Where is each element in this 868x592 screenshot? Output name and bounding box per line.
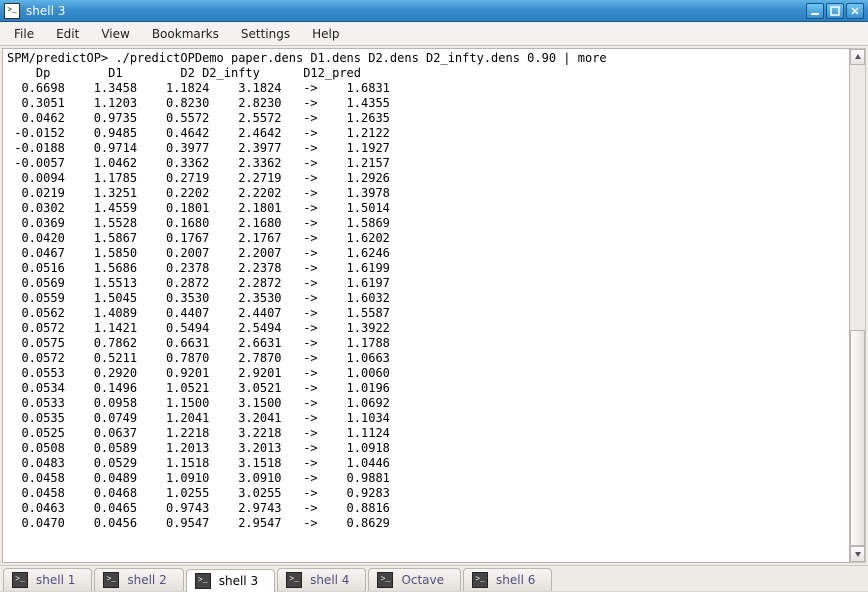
terminal-icon bbox=[377, 572, 393, 588]
minimize-button[interactable] bbox=[806, 3, 824, 19]
tab-shell-6[interactable]: shell 6 bbox=[463, 568, 552, 591]
terminal-icon bbox=[103, 572, 119, 588]
menubar: FileEditViewBookmarksSettingsHelp bbox=[0, 22, 868, 46]
terminal-app-icon bbox=[4, 3, 20, 19]
scrollbar-track[interactable] bbox=[850, 65, 865, 546]
menu-settings[interactable]: Settings bbox=[231, 24, 300, 44]
tab-label: shell 6 bbox=[496, 573, 535, 587]
tab-octave[interactable]: Octave bbox=[368, 568, 461, 591]
tab-shell-2[interactable]: shell 2 bbox=[94, 568, 183, 591]
menu-help[interactable]: Help bbox=[302, 24, 349, 44]
maximize-button[interactable] bbox=[826, 3, 844, 19]
tab-shell-1[interactable]: shell 1 bbox=[3, 568, 92, 591]
window-titlebar: shell 3 bbox=[0, 0, 868, 22]
tab-label: shell 3 bbox=[219, 574, 258, 588]
tab-bar: shell 1 shell 2 shell 3 shell 4 Octave shell … bbox=[0, 565, 868, 591]
scroll-down-button[interactable] bbox=[850, 546, 865, 562]
scrollbar-thumb[interactable] bbox=[850, 330, 865, 546]
menu-bookmarks[interactable]: Bookmarks bbox=[142, 24, 229, 44]
terminal-icon bbox=[472, 572, 488, 588]
window-title: shell 3 bbox=[26, 4, 804, 18]
tab-label: shell 2 bbox=[127, 573, 166, 587]
tab-shell-3[interactable]: shell 3 bbox=[186, 569, 275, 592]
menu-edit[interactable]: Edit bbox=[46, 24, 89, 44]
terminal-container: SPM/predictOP> ./predictOPDemo paper.den… bbox=[0, 46, 868, 565]
terminal-icon bbox=[286, 572, 302, 588]
menu-view[interactable]: View bbox=[91, 24, 139, 44]
tab-label: Octave bbox=[401, 573, 444, 587]
close-button[interactable] bbox=[846, 3, 864, 19]
menu-file[interactable]: File bbox=[4, 24, 44, 44]
terminal-icon bbox=[195, 573, 211, 589]
tab-shell-4[interactable]: shell 4 bbox=[277, 568, 366, 591]
vertical-scrollbar[interactable] bbox=[850, 48, 866, 563]
terminal-output[interactable]: SPM/predictOP> ./predictOPDemo paper.den… bbox=[2, 48, 850, 563]
scroll-up-button[interactable] bbox=[850, 49, 865, 65]
tab-label: shell 4 bbox=[310, 573, 349, 587]
tab-label: shell 1 bbox=[36, 573, 75, 587]
terminal-icon bbox=[12, 572, 28, 588]
